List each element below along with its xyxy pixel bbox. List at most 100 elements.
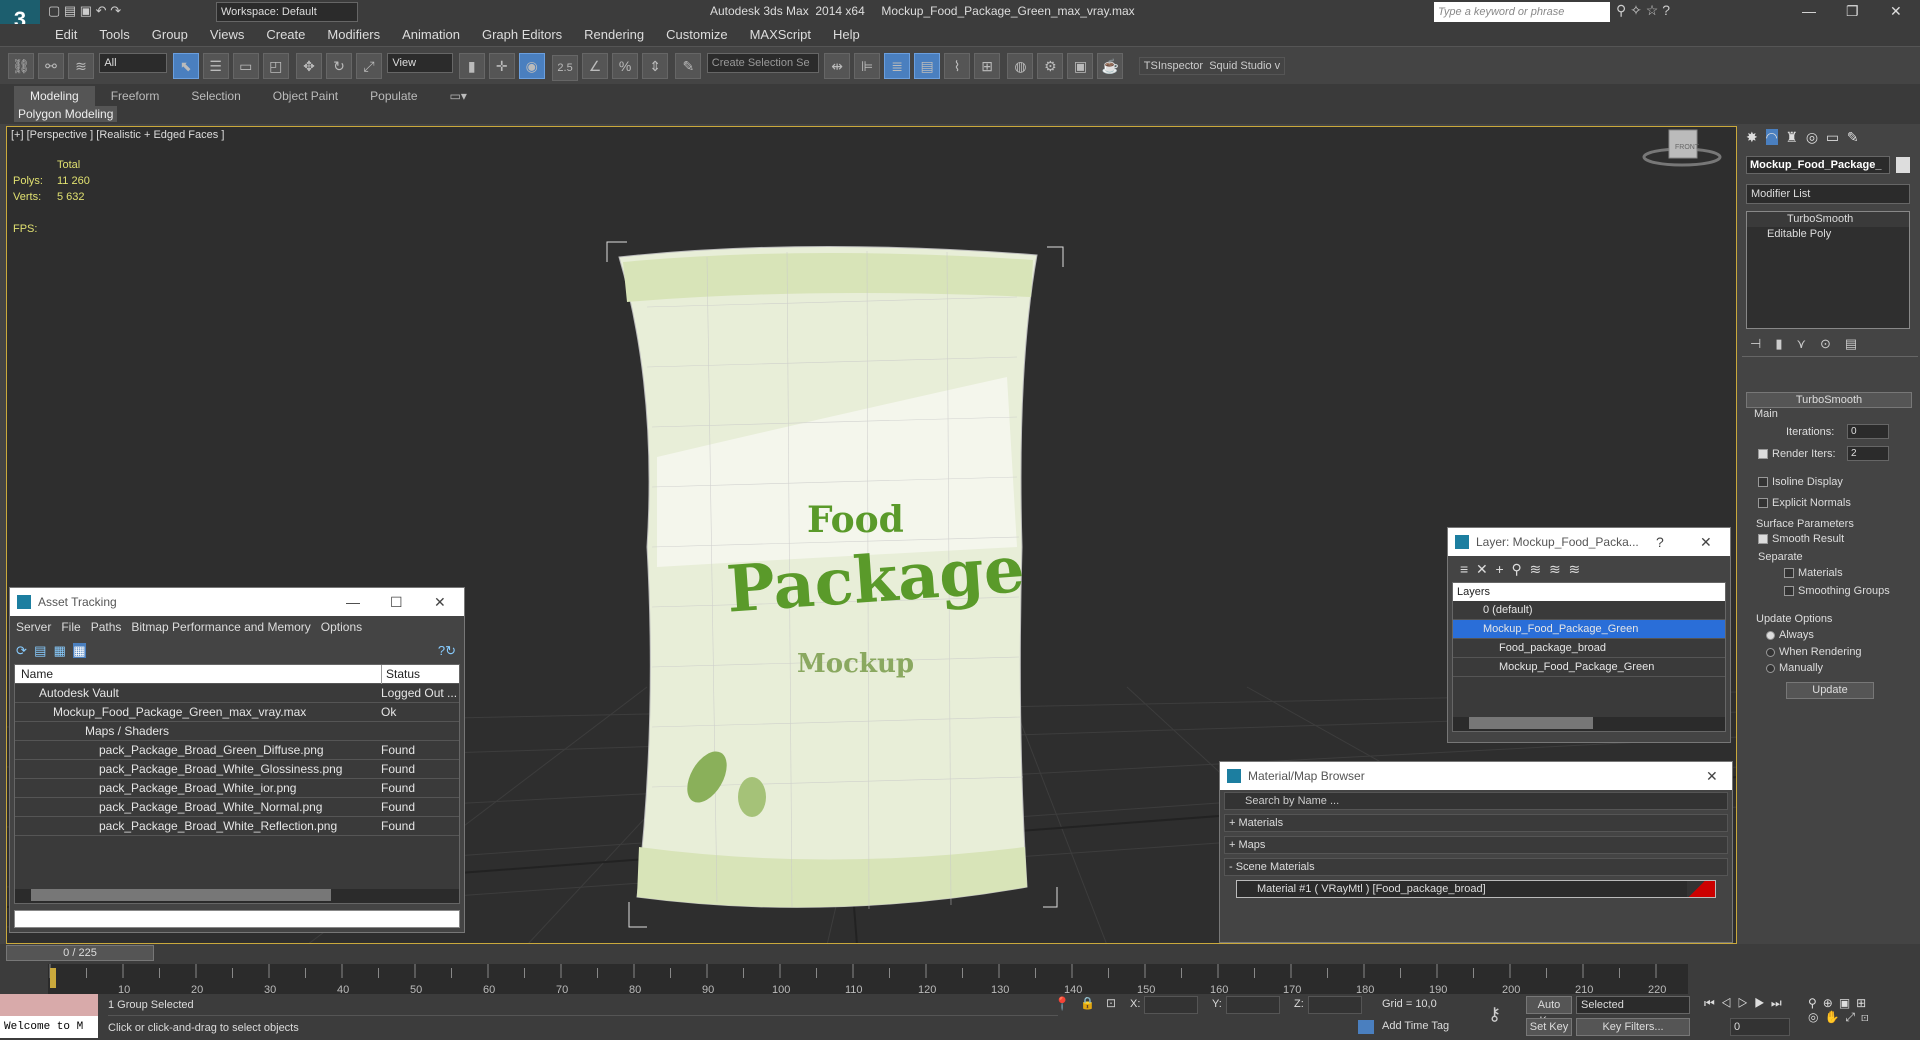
group-scene-materials[interactable]: - Scene Materials [1224, 858, 1728, 876]
close-icon[interactable]: ✕ [1890, 3, 1902, 20]
select-object-icon[interactable]: ⬉ [172, 53, 199, 79]
schematic-view-icon[interactable]: ⊞ [974, 53, 1001, 79]
hierarchy-tab-icon[interactable]: ♜ [1786, 129, 1799, 145]
minimize-icon[interactable]: — [1802, 3, 1816, 19]
menu-options[interactable]: Options [321, 620, 362, 634]
rendered-frame-window-icon[interactable]: ▣ [1067, 53, 1094, 79]
maxscript-mini-listener[interactable]: Welcome to M [0, 1016, 98, 1038]
add-time-tag[interactable]: Add Time Tag [1382, 1020, 1449, 1032]
refresh-icon[interactable]: ⟳ [16, 643, 27, 658]
menu-animation[interactable]: Animation [391, 24, 471, 46]
window-controls[interactable]: — ❐ ✕ [1786, 0, 1920, 24]
render-production-icon[interactable]: ☕ [1097, 53, 1124, 79]
pivot-icon[interactable]: ▮ [458, 53, 485, 79]
current-frame-field[interactable]: 0 [1730, 1018, 1790, 1036]
freeze-all-icon[interactable]: ≋ [1569, 561, 1581, 577]
asset-tracking-titlebar[interactable]: Asset Tracking — ☐ ✕ [10, 588, 464, 616]
auto-key-button[interactable]: Auto Key [1526, 996, 1572, 1027]
layer-dialog-titlebar[interactable]: Layer: Mockup_Food_Packa... ? ✕ [1448, 528, 1730, 556]
workspace-dropdown[interactable]: Workspace: Default [216, 2, 358, 22]
ribbon-options-icon[interactable]: ▭▾ [434, 86, 483, 106]
column-name-header[interactable]: Name [15, 667, 53, 681]
menu-file[interactable]: File [61, 620, 80, 634]
tab-freeform[interactable]: Freeform [95, 86, 176, 106]
table-row[interactable]: pack_Package_Broad_White_Normal.png Found [15, 798, 459, 817]
thumbnail-icon[interactable]: ▦ [54, 643, 66, 658]
rotate-icon[interactable]: ↻ [326, 53, 353, 79]
highlight-layer-icon[interactable]: ≋ [1529, 561, 1541, 577]
menu-graph-editors[interactable]: Graph Editors [471, 24, 573, 46]
table-row[interactable]: Maps / Shaders [15, 722, 459, 741]
list-icon[interactable]: ▤ [34, 643, 46, 658]
plugin-toolbar[interactable]: TSInspector Squid Studio v [1138, 57, 1286, 75]
maximize-icon[interactable]: ☐ [390, 588, 403, 616]
ribbon-toggle-icon[interactable]: ▤ [914, 53, 941, 79]
close-icon[interactable]: ✕ [1706, 762, 1718, 790]
menu-bitmap-performance[interactable]: Bitmap Performance and Memory [131, 620, 310, 634]
isoline-checkbox[interactable] [1758, 477, 1768, 488]
explicit-normals-checkbox[interactable] [1758, 498, 1768, 509]
selection-filter-dropdown[interactable]: All [99, 53, 168, 73]
menu-edit[interactable]: Edit [44, 24, 88, 46]
absolute-mode-icon[interactable]: ⊡ [1106, 996, 1116, 1010]
isolate-icon[interactable]: 📍 [1054, 996, 1070, 1012]
help-search-input[interactable]: Type a keyword or phrase [1434, 2, 1610, 22]
playback-controls[interactable]: ⏮◁▷▶⏭ [1704, 996, 1788, 1011]
help-icons[interactable]: ⚲ ✧ ☆ ? [1616, 2, 1670, 19]
render-iters-spinner[interactable]: 2 [1847, 446, 1889, 461]
x-coordinate-field[interactable] [1144, 996, 1198, 1014]
menu-group[interactable]: Group [141, 24, 199, 46]
modifier-list-dropdown[interactable]: Modifier List [1746, 184, 1910, 204]
percent-snap-icon[interactable]: % [612, 53, 639, 79]
object-color-swatch[interactable] [1896, 157, 1910, 173]
render-iters-checkbox[interactable] [1758, 449, 1768, 460]
manually-radio[interactable] [1766, 663, 1775, 673]
material-browser-titlebar[interactable]: Material/Map Browser ✕ [1220, 762, 1732, 790]
table-row[interactable]: pack_Package_Broad_Green_Diffuse.png Foun… [15, 741, 459, 760]
table-row[interactable]: Autodesk Vault Logged Out ... [15, 684, 459, 703]
update-button[interactable]: Update [1786, 682, 1874, 699]
curve-editor-icon[interactable]: ⌇ [944, 53, 971, 79]
move-icon[interactable]: ✥ [296, 53, 323, 79]
horizontal-scrollbar[interactable] [1453, 717, 1725, 731]
edit-named-selection-icon[interactable]: ✎ [675, 53, 702, 79]
menu-create[interactable]: Create [255, 24, 316, 46]
keyboard-shortcut-override-icon[interactable]: ◉ [518, 53, 545, 79]
time-slider[interactable]: 0 / 225 [6, 945, 154, 961]
layer-object-mockup[interactable]: Mockup_Food_Package_Green [1453, 658, 1725, 677]
tab-selection[interactable]: Selection [175, 86, 256, 106]
rect-selection-icon[interactable]: ▭ [232, 53, 259, 79]
table-row[interactable]: Mockup_Food_Package_Green_max_vray.max Ok [15, 703, 459, 722]
layer-item-mockup[interactable]: Mockup_Food_Package_Green [1453, 620, 1725, 639]
horizontal-scrollbar[interactable] [15, 889, 459, 903]
always-radio[interactable] [1766, 630, 1775, 640]
mirror-icon[interactable]: ⇹ [824, 53, 851, 79]
table-row[interactable]: pack_Package_Broad_White_Reflection.png F… [15, 817, 459, 836]
set-key-button[interactable]: Set Key [1526, 1018, 1572, 1036]
turbosmooth-rollout-header[interactable]: TurboSmooth [1746, 392, 1912, 408]
menu-modifiers[interactable]: Modifiers [316, 24, 391, 46]
render-setup-icon[interactable]: ⚙ [1037, 53, 1064, 79]
minimize-icon[interactable]: — [346, 588, 360, 616]
materials-checkbox[interactable] [1784, 568, 1794, 579]
named-selection-set-dropdown[interactable]: Create Selection Se [706, 53, 819, 73]
menu-views[interactable]: Views [199, 24, 255, 46]
reference-coordinate-dropdown[interactable]: View [387, 53, 454, 73]
tab-populate[interactable]: Populate [354, 86, 433, 106]
help-icon[interactable]: ? [1656, 528, 1664, 556]
tab-object-paint[interactable]: Object Paint [257, 86, 354, 106]
tab-modeling[interactable]: Modeling [14, 86, 95, 106]
align-icon[interactable]: ⊫ [854, 53, 881, 79]
scale-icon[interactable]: ⤢ [356, 53, 383, 79]
viewport-label[interactable]: [+] [Perspective ] [Realistic + Edged Fa… [11, 129, 224, 141]
angle-snap-icon[interactable]: ∠ [582, 53, 609, 79]
snap-toggle-icon[interactable]: 2.5 [552, 55, 579, 81]
table-row[interactable]: pack_Package_Broad_White_Glossiness.png F… [15, 760, 459, 779]
close-icon[interactable]: ✕ [1700, 528, 1712, 556]
select-in-layer-icon[interactable]: ⚲ [1511, 561, 1521, 577]
group-maps[interactable]: + Maps [1224, 836, 1728, 854]
menu-paths[interactable]: Paths [91, 620, 122, 634]
key-icon[interactable]: ⚷ [1488, 1004, 1501, 1025]
delete-layer-icon[interactable]: ✕ [1476, 561, 1488, 577]
asset-path-field[interactable] [14, 910, 460, 928]
